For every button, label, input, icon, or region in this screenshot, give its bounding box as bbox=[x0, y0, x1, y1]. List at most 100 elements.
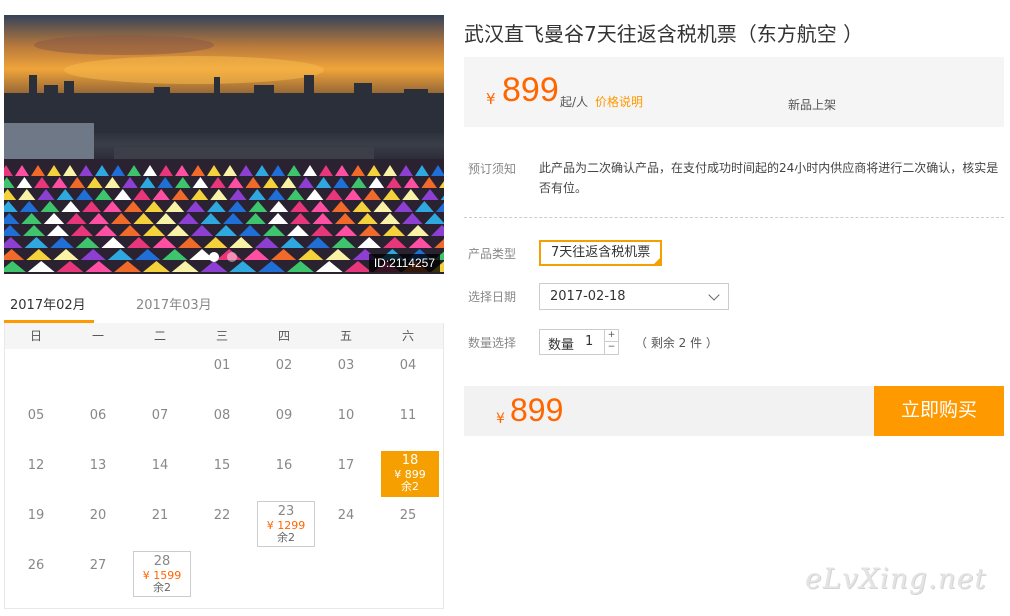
photo-id-badge: ID:2114257 bbox=[368, 254, 440, 272]
calendar-day: 19 bbox=[5, 499, 67, 549]
calendar-day: 20 bbox=[67, 499, 129, 549]
calendar-day: 12 bbox=[5, 449, 67, 499]
calendar-day-grid: 01 02 03 04 05 06 07 08 09 10 11 12 13 14 15 16 17 18 ¥ 89… bbox=[5, 349, 443, 599]
product-type-label: 产品类型 bbox=[468, 247, 517, 261]
starting-price: 899 bbox=[502, 71, 559, 109]
day-number: 28 bbox=[153, 554, 171, 569]
calendar-day: 22 bbox=[191, 499, 253, 549]
price-box: ¥ 899 起/人 价格说明 新品上架 bbox=[464, 57, 1004, 127]
carousel-dot[interactable] bbox=[209, 252, 219, 262]
calendar-day: 13 bbox=[67, 449, 129, 499]
weekday-label: 二 bbox=[153, 329, 166, 343]
quantity-inner-label: 数量 bbox=[548, 338, 575, 353]
calendar-day: 09 bbox=[253, 399, 315, 449]
day-number: 08 bbox=[213, 408, 231, 423]
calendar-day: 21 bbox=[129, 499, 191, 549]
calendar-day bbox=[67, 349, 129, 399]
day-number: 09 bbox=[275, 408, 293, 423]
day-number: 18 bbox=[401, 453, 419, 468]
weekday-label: 一 bbox=[91, 329, 104, 343]
calendar-day: 14 bbox=[129, 449, 191, 499]
buy-now-button[interactable]: 立即购买 bbox=[874, 386, 1004, 436]
day-number: 06 bbox=[89, 408, 107, 423]
quantity-label: 数量选择 bbox=[468, 336, 517, 350]
decrement-button[interactable]: − bbox=[605, 342, 618, 354]
weekday-label: 三 bbox=[215, 329, 228, 343]
day-number: 05 bbox=[27, 408, 45, 423]
day-number: 26 bbox=[27, 558, 45, 573]
calendar-day: 01 bbox=[191, 349, 253, 399]
total-currency: ¥ bbox=[496, 411, 505, 427]
day-number: 01 bbox=[213, 358, 231, 373]
currency-symbol: ¥ bbox=[486, 90, 496, 108]
weekday-label: 日 bbox=[29, 329, 42, 343]
day-number: 22 bbox=[213, 508, 231, 523]
tab-month-mar[interactable]: 2017年03月 bbox=[136, 294, 212, 313]
day-number: 14 bbox=[151, 458, 169, 473]
price-explanation-link[interactable]: 价格说明 bbox=[595, 93, 643, 110]
stock-remaining: （ 剩余 2 件 ） bbox=[635, 336, 718, 350]
notice-text: 此产品为二次确认产品，在支付成功时间起的24小时内供应商将进行二次确认，核实是否… bbox=[539, 161, 999, 195]
day-remaining: 余2 bbox=[401, 480, 419, 493]
calendar-day: 25 bbox=[377, 499, 439, 549]
date-select-value: 2017-02-18 bbox=[550, 289, 626, 304]
day-number: 13 bbox=[89, 458, 107, 473]
total-bar: ¥ 899 bbox=[464, 386, 874, 436]
calendar-day: 02 bbox=[253, 349, 315, 399]
day-remaining: 余2 bbox=[277, 531, 295, 544]
day-number: 25 bbox=[399, 508, 417, 523]
calendar-day: 17 bbox=[315, 449, 377, 499]
calendar-day: 06 bbox=[67, 399, 129, 449]
notice-label: 预订须知 bbox=[468, 162, 517, 176]
product-type-option[interactable]: 7天往返含税机票 bbox=[539, 240, 663, 266]
day-number: 24 bbox=[337, 508, 355, 523]
calendar-day[interactable]: 18 ¥ 899 余2 bbox=[377, 449, 439, 499]
calendar-day bbox=[5, 349, 67, 399]
tab-month-feb[interactable]: 2017年02月 bbox=[10, 294, 86, 313]
quantity-input[interactable]: 1 bbox=[585, 334, 593, 349]
day-number: 03 bbox=[337, 358, 355, 373]
carousel-dot[interactable] bbox=[227, 252, 237, 262]
watermark-logo: eLvXing.net bbox=[805, 562, 987, 595]
quantity-stepper: 数量 1 + − bbox=[539, 329, 619, 355]
day-number: 16 bbox=[275, 458, 293, 473]
carousel-dots bbox=[209, 252, 237, 262]
date-label: 选择日期 bbox=[468, 290, 517, 304]
calendar-day: 27 bbox=[67, 549, 129, 599]
calendar-weekday-header: 日 一 二 三 四 五 六 bbox=[5, 323, 443, 349]
calendar-day-cell[interactable]: 23 ¥ 1299 余2 bbox=[257, 501, 315, 547]
calendar-day[interactable]: 28 ¥ 1599 余2 bbox=[129, 549, 191, 599]
date-select[interactable]: 2017-02-18 bbox=[539, 283, 729, 310]
weekday-label: 五 bbox=[339, 329, 352, 343]
calendar-day bbox=[129, 349, 191, 399]
increment-button[interactable]: + bbox=[605, 330, 618, 342]
weekday-label: 四 bbox=[277, 329, 290, 343]
day-number: 20 bbox=[89, 508, 107, 523]
calendar-day[interactable]: 23 ¥ 1299 余2 bbox=[253, 499, 315, 549]
calendar-day-cell[interactable]: 28 ¥ 1599 余2 bbox=[133, 551, 191, 597]
price-unit: 起/人 bbox=[560, 95, 589, 109]
calendar-day: 11 bbox=[377, 399, 439, 449]
product-photo: ID:2114257 bbox=[4, 15, 444, 274]
quantity-buttons: + − bbox=[604, 330, 618, 354]
calendar-day: 16 bbox=[253, 449, 315, 499]
price-calendar: 日 一 二 三 四 五 六 01 02 03 04 05 06 07 08 09 10 11 12 13… bbox=[4, 323, 444, 609]
day-number: 11 bbox=[399, 408, 417, 423]
calendar-day: 03 bbox=[315, 349, 377, 399]
day-number: 07 bbox=[151, 408, 169, 423]
day-number: 19 bbox=[27, 508, 45, 523]
weekday-label: 六 bbox=[401, 329, 414, 343]
divider bbox=[464, 217, 1004, 218]
total-price: 899 bbox=[510, 392, 564, 428]
calendar-day: 24 bbox=[315, 499, 377, 549]
chevron-down-icon bbox=[708, 289, 720, 301]
product-title: 武汉直飞曼谷7天往返含税机票（东方航空 ） bbox=[464, 22, 864, 46]
product-type-value: 7天往返含税机票 bbox=[551, 245, 651, 260]
calendar-day-cell[interactable]: 18 ¥ 899 余2 bbox=[381, 451, 439, 497]
calendar-day: 07 bbox=[129, 399, 191, 449]
calendar-day: 05 bbox=[5, 399, 67, 449]
calendar-day: 10 bbox=[315, 399, 377, 449]
day-remaining: 余2 bbox=[153, 581, 171, 594]
calendar-day: 26 bbox=[5, 549, 67, 599]
day-number: 17 bbox=[337, 458, 355, 473]
